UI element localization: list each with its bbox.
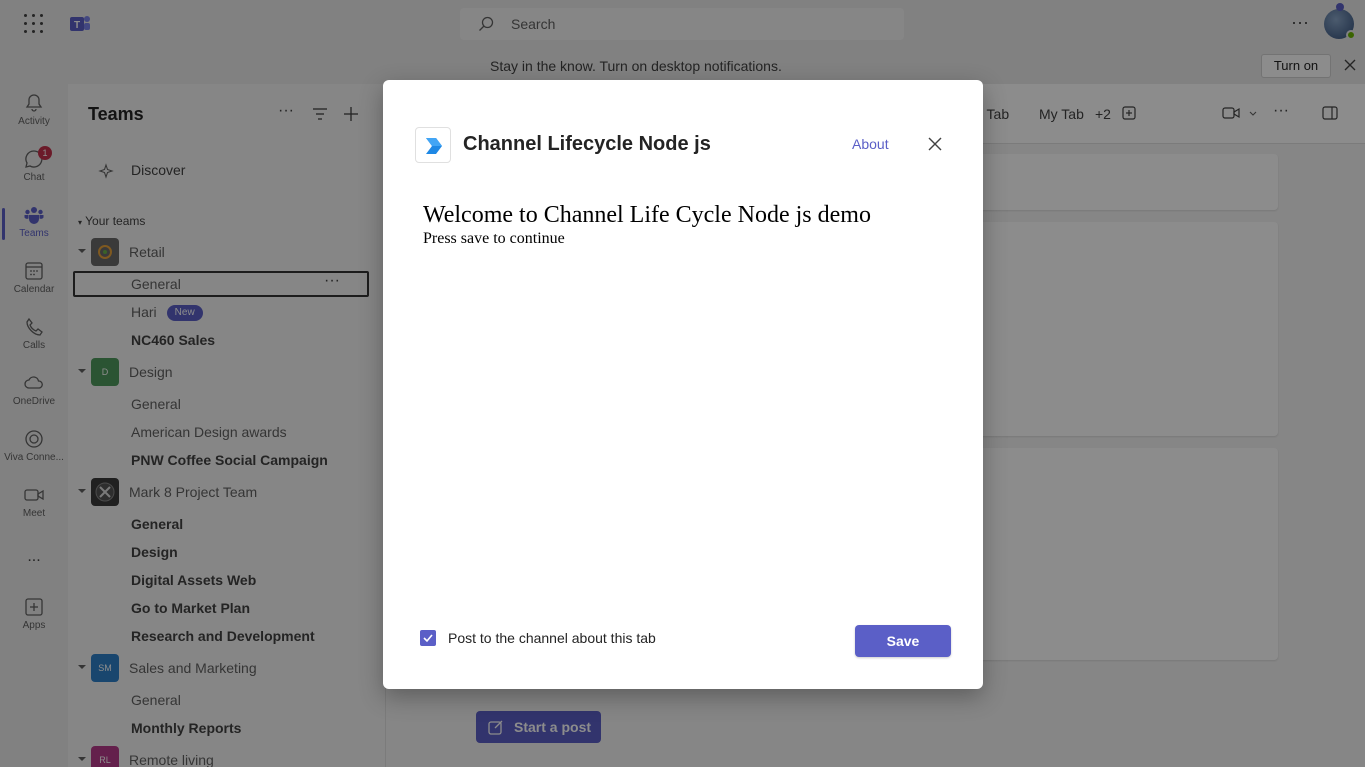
checkmark-icon bbox=[423, 634, 433, 643]
welcome-subtext: Press save to continue bbox=[423, 230, 565, 247]
post-to-channel-checkbox[interactable] bbox=[420, 630, 436, 646]
dialog-title: Channel Lifecycle Node js bbox=[463, 133, 711, 155]
about-link[interactable]: About bbox=[852, 136, 889, 152]
close-icon[interactable] bbox=[926, 135, 944, 153]
post-to-channel-label[interactable]: Post to the channel about this tab bbox=[448, 630, 656, 646]
welcome-heading: Welcome to Channel Life Cycle Node js de… bbox=[423, 202, 871, 228]
app-logo-icon bbox=[426, 138, 442, 154]
app-icon bbox=[415, 127, 451, 163]
save-button[interactable]: Save bbox=[855, 625, 951, 657]
tab-config-dialog: Channel Lifecycle Node js About Welcome … bbox=[383, 80, 983, 689]
